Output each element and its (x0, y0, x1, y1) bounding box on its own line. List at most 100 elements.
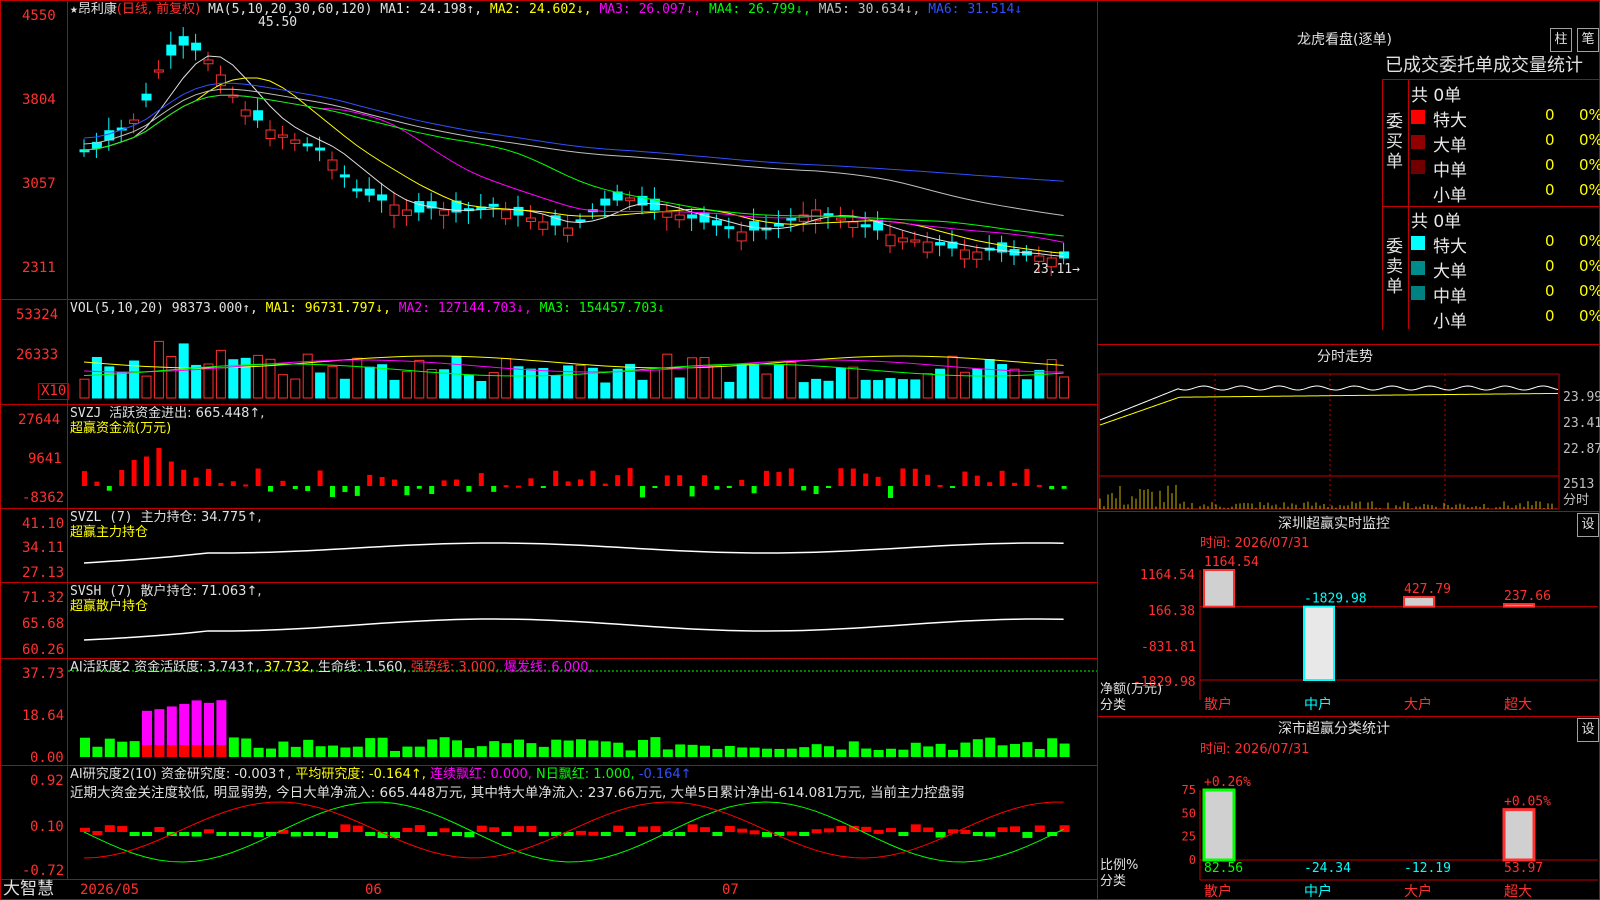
activity-bar (972, 739, 983, 757)
volume-bar (637, 379, 648, 399)
flow-bar (330, 486, 335, 497)
ai-active-header: AI活跃度2 资金活跃度: 3.743↑, 37.732, 生命线: 1.560… (70, 660, 593, 675)
stock-name[interactable]: 昂利康 (78, 2, 117, 17)
volume-bar (116, 372, 127, 399)
research-bar (923, 827, 934, 832)
volume-bar (215, 349, 226, 399)
volume-bar (724, 381, 735, 399)
activity-bar (340, 747, 351, 757)
sz-y-tick-0: 1164.54 (1140, 568, 1195, 583)
vol-value: 98373.000↑, (171, 301, 258, 316)
volume-bar (1021, 379, 1032, 399)
activity-bar (1047, 738, 1058, 757)
flow-bar (503, 485, 509, 488)
ai-research-f2: 平均研究度: -0.164↑, (295, 767, 426, 782)
sz-monitor-time: 时间: 2026/07/31 (1200, 536, 1310, 551)
flow-bar (218, 482, 224, 486)
y-tick-svzj-1: 9641 (28, 451, 62, 467)
activity-bar (638, 739, 648, 757)
ma-line-10 (83, 77, 1064, 254)
low-price-label: 23.11→ (1033, 262, 1080, 277)
svzj-name: 活跃资金进出: 665.448↑, (109, 406, 265, 421)
sell-row-name-2: 中单 (1433, 287, 1467, 307)
research-bar (514, 826, 524, 832)
activity-bar (365, 738, 376, 757)
sz-monitor-title: 深圳超赢实时监控 (1278, 516, 1390, 532)
cls-value-label-0: 82.56 (1204, 861, 1243, 876)
sz-monitor-settings-button[interactable]: 设 (1577, 513, 1599, 537)
candle-body (823, 213, 834, 217)
cls-category-3: 超大 (1504, 884, 1532, 900)
volume-bar (401, 371, 412, 399)
activity-bar (588, 740, 599, 757)
activity-bar (910, 742, 921, 757)
brand-label[interactable]: 大智慧 (3, 880, 54, 899)
activity-bar (600, 741, 611, 757)
buy-row-name-2: 中单 (1433, 161, 1467, 181)
flow-bar (937, 484, 943, 487)
flow-bar (764, 470, 769, 486)
svsh-name: 散户持仓: 71.063↑, (140, 584, 262, 599)
candle-body (600, 198, 611, 206)
candle-body (525, 217, 536, 223)
flow-bar (466, 486, 472, 492)
activity-bar (873, 750, 884, 757)
sell-row-pct-2: 0% (1579, 282, 1600, 300)
stats-tab[interactable]: 已成交委托单成交量统计 (1385, 55, 1583, 77)
volume-bar (823, 380, 834, 399)
y-tick-ai1-1: 18.64 (22, 708, 65, 724)
cls-y-tick-0: 75 (1182, 783, 1196, 797)
activity-bar (724, 745, 735, 757)
activity-bar (390, 750, 400, 757)
flow-bar (888, 486, 893, 498)
sz-class-settings-button[interactable]: 设 (1577, 718, 1599, 742)
volume-bar (488, 372, 499, 399)
ai-research-f4: N日飘红: 1.000, (536, 767, 635, 782)
svzj-title: SVZJ (70, 406, 102, 421)
volume-bar (687, 357, 698, 399)
volume-bar (1009, 368, 1020, 399)
ai-research-f5: -0.164↑ (638, 767, 692, 782)
flow-bar (726, 486, 732, 488)
sz-class-title: 深市超赢分类统计 (1278, 721, 1390, 737)
cls-y-tick-3: 0 (1189, 853, 1196, 867)
flow-bar (1061, 486, 1067, 489)
tick-mode-button[interactable]: 笔 (1577, 28, 1599, 52)
flow-bar (131, 459, 137, 486)
buy-row-pct-1: 0% (1579, 131, 1600, 149)
activity-bar (538, 746, 549, 757)
period-label[interactable]: (日线, 前复权) (117, 2, 200, 17)
activity-bar (861, 748, 872, 757)
candle-body (178, 36, 189, 46)
x-label-0: 2026/05 (80, 882, 140, 898)
ma-line-60 (83, 88, 1064, 217)
activity-bar (811, 744, 822, 757)
flow-bar (1036, 484, 1042, 487)
activity-bar (129, 741, 140, 757)
volume-bar (947, 355, 958, 399)
flow-bar (912, 468, 918, 486)
flow-bar (168, 461, 174, 486)
buy-row-pct-3: 0% (1579, 181, 1600, 199)
cls-bar-3 (1502, 808, 1536, 862)
activity-bar (700, 745, 710, 757)
research-bar (997, 827, 1008, 832)
y-tick-svzl-1: 34.11 (22, 540, 65, 556)
sz-unit-label: 净额(万元) (1100, 682, 1163, 697)
bar-mode-button[interactable]: 柱 (1550, 28, 1572, 52)
volume-bar (538, 368, 549, 399)
candle-body (203, 59, 214, 65)
research-bar (92, 831, 103, 836)
flow-bar (751, 486, 757, 494)
ai-research-title: AI研究度2(10) (70, 767, 157, 782)
sz-value-label-2: 427.79 (1404, 582, 1451, 597)
buy-row-name-1: 大单 (1433, 136, 1467, 156)
volume-bar (711, 365, 722, 399)
activity-bar (774, 748, 785, 757)
flow-bar (925, 474, 931, 486)
flow-bar (268, 486, 273, 492)
research-bar (700, 827, 710, 832)
buy-row-pct-0: 0% (1579, 106, 1600, 124)
candle-body (253, 110, 264, 121)
volume-bar (389, 379, 400, 399)
